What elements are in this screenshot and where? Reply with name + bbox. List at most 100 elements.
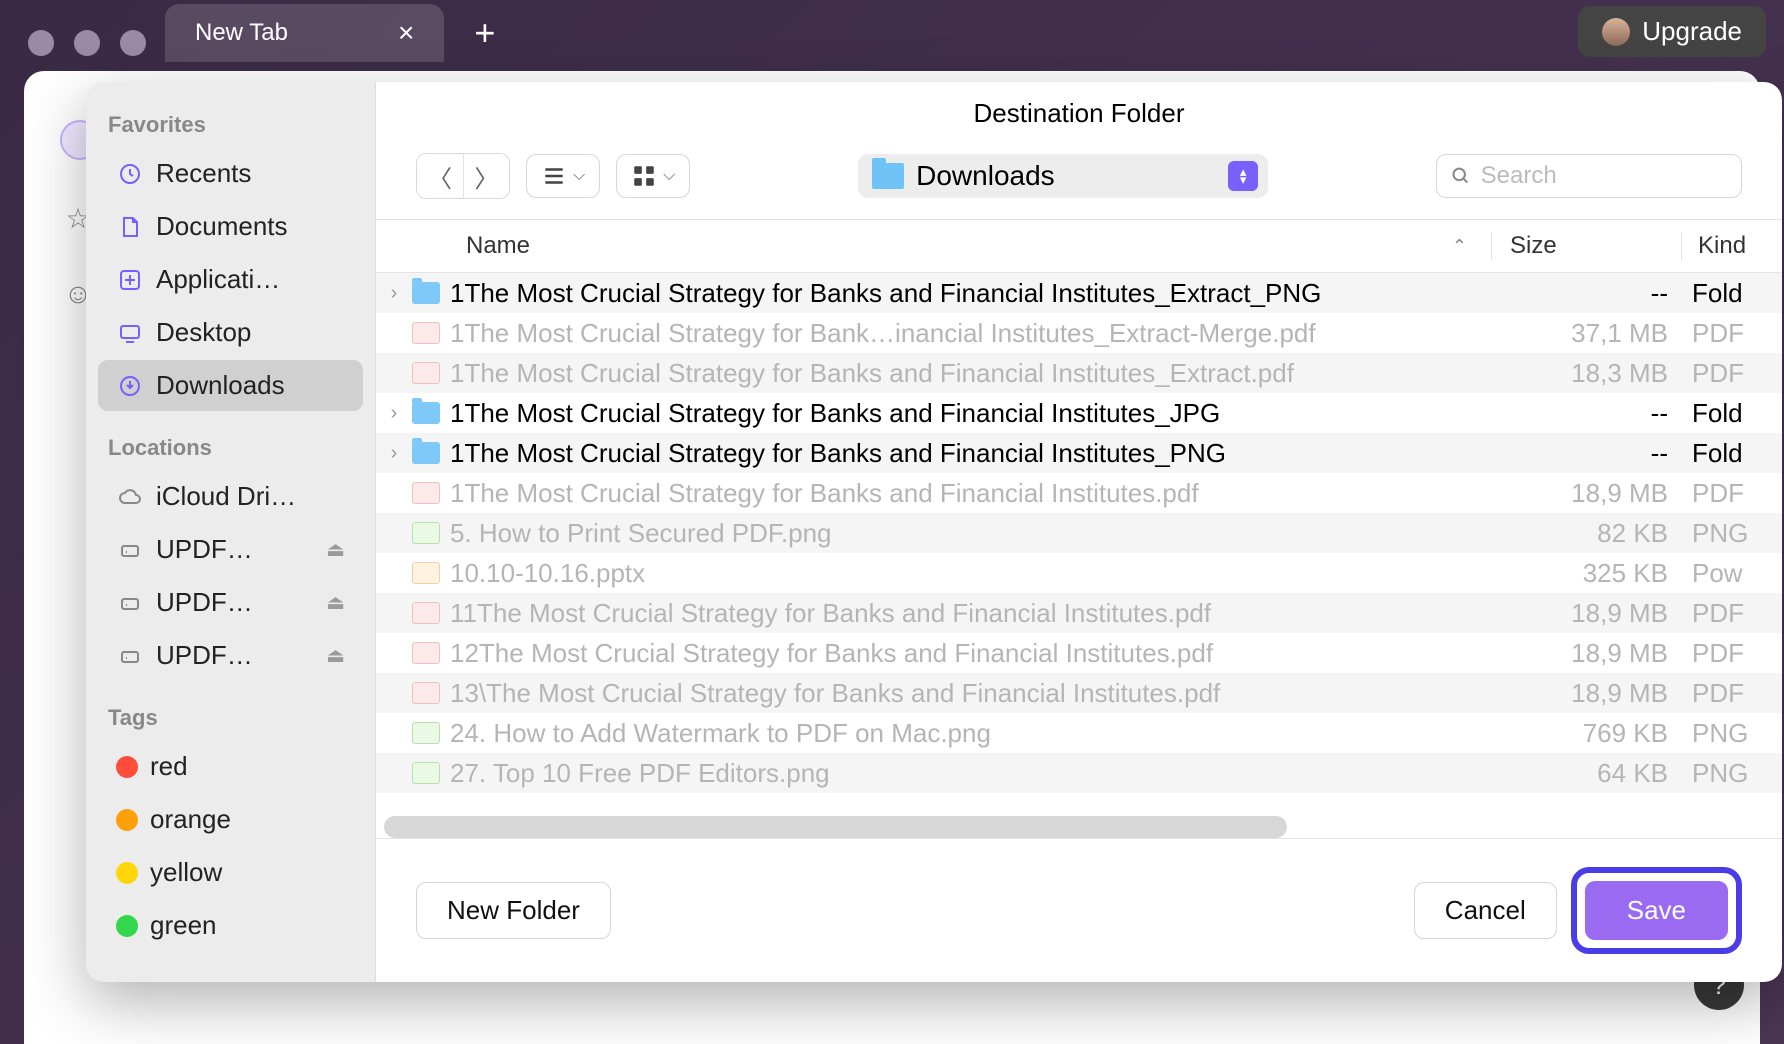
file-kind: PNG xyxy=(1692,758,1762,789)
file-row[interactable]: 10.10-10.16.pptx325 KBPow xyxy=(376,553,1782,593)
folder-icon xyxy=(412,282,440,304)
cancel-button[interactable]: Cancel xyxy=(1414,882,1557,939)
tag-dot-icon xyxy=(116,862,138,884)
nav-group: 〈 〉 xyxy=(416,153,510,199)
disclosure-icon[interactable]: › xyxy=(376,282,412,305)
eject-icon[interactable]: ⏏ xyxy=(326,643,345,668)
forward-button[interactable]: 〉 xyxy=(463,154,509,198)
file-row[interactable]: 27. Top 10 Free PDF Editors.png64 KBPNG xyxy=(376,753,1782,793)
pdf-icon xyxy=(412,642,440,664)
file-row[interactable]: › 1The Most Crucial Strategy for Banks an… xyxy=(376,393,1782,433)
new-folder-button[interactable]: New Folder xyxy=(416,882,611,939)
eject-icon[interactable]: ⏏ xyxy=(326,537,345,562)
disk-icon xyxy=(116,536,144,564)
window-minimize[interactable] xyxy=(74,30,100,56)
download-icon xyxy=(116,372,144,400)
file-row[interactable]: ›1The Most Crucial Strategy for Banks an… xyxy=(376,433,1782,473)
sidebar-item-updf[interactable]: UPDF…⏏ xyxy=(98,524,363,575)
location-popup[interactable]: Downloads xyxy=(858,154,1268,198)
file-kind: PNG xyxy=(1692,518,1762,549)
tag-label: orange xyxy=(150,804,345,835)
grid-view-button[interactable]: ⌵ xyxy=(616,154,690,198)
column-size[interactable]: Size xyxy=(1492,232,1682,260)
column-kind[interactable]: Kind xyxy=(1682,232,1762,260)
file-row[interactable]: 12The Most Crucial Strategy for Banks an… xyxy=(376,633,1782,673)
sidebar-item-label: Desktop xyxy=(156,317,345,348)
tag-orange[interactable]: orange xyxy=(98,794,363,845)
horizontal-scrollbar[interactable] xyxy=(384,816,1712,838)
dialog-footer: New Folder Cancel Save xyxy=(376,838,1782,982)
file-name: 12The Most Crucial Strategy for Banks an… xyxy=(450,638,1502,669)
file-kind: PDF xyxy=(1692,358,1762,389)
window-close[interactable] xyxy=(28,30,54,56)
file-size: 18,9 MB xyxy=(1502,598,1692,629)
eject-icon[interactable]: ⏏ xyxy=(326,590,345,615)
new-tab-button[interactable]: + xyxy=(474,12,495,54)
sidebar-item-label: Applicati… xyxy=(156,264,345,295)
column-name[interactable]: Name ⌃ xyxy=(396,232,1492,260)
file-name: 27. Top 10 Free PDF Editors.png xyxy=(450,758,1502,789)
sidebar-item-desktop[interactable]: Desktop xyxy=(98,307,363,358)
save-highlight: Save xyxy=(1571,867,1742,954)
tag-red[interactable]: red xyxy=(98,741,363,792)
file-kind: PDF xyxy=(1692,318,1762,349)
sidebar-item-recents[interactable]: Recents xyxy=(98,148,363,199)
file-row[interactable]: 1The Most Crucial Strategy for Banks and… xyxy=(376,473,1782,513)
disclosure-icon[interactable]: › xyxy=(376,402,412,425)
file-row[interactable]: 5. How to Print Secured PDF.png82 KBPNG xyxy=(376,513,1782,553)
pdf-icon xyxy=(412,482,440,504)
file-kind: PNG xyxy=(1692,718,1762,749)
save-dialog: Favorites RecentsDocuments Applicati… Desk… xyxy=(86,82,1782,982)
sidebar-item-updf[interactable]: UPDF… ⏏ xyxy=(98,577,363,628)
save-button[interactable]: Save xyxy=(1585,881,1728,940)
window-zoom[interactable] xyxy=(120,30,146,56)
sidebar-item-documents[interactable]: Documents xyxy=(98,201,363,252)
sidebar-item-label: UPDF… xyxy=(156,587,314,618)
file-size: 18,3 MB xyxy=(1502,358,1692,389)
apps-icon xyxy=(116,266,144,294)
scrollbar-thumb[interactable] xyxy=(384,816,1287,838)
tag-green[interactable]: green xyxy=(98,900,363,951)
pdf-icon xyxy=(412,602,440,624)
png-icon xyxy=(412,722,440,744)
tab-bar: New Tab × + xyxy=(165,0,495,66)
file-kind: Fold xyxy=(1692,438,1762,469)
tag-yellow[interactable]: yellow xyxy=(98,847,363,898)
search-input[interactable] xyxy=(1481,162,1727,190)
sidebar-item-downloads[interactable]: Downloads xyxy=(98,360,363,411)
disclosure-icon[interactable]: › xyxy=(376,442,412,465)
dialog-main: Destination Folder 〈 〉 ⌵ ⌵ Downloads xyxy=(376,82,1782,982)
search-box[interactable] xyxy=(1436,154,1742,198)
file-name: 24. How to Add Watermark to PDF on Mac.p… xyxy=(450,718,1502,749)
sidebar-item-iclouddri[interactable]: iCloud Dri… xyxy=(98,471,363,522)
grid-icon xyxy=(631,163,657,189)
file-row[interactable]: 24. How to Add Watermark to PDF on Mac.p… xyxy=(376,713,1782,753)
file-size: 82 KB xyxy=(1502,518,1692,549)
file-name: 11The Most Crucial Strategy for Banks an… xyxy=(450,598,1502,629)
file-row[interactable]: 11The Most Crucial Strategy for Banks an… xyxy=(376,593,1782,633)
chevron-down-icon: ⌵ xyxy=(663,167,675,185)
disk-icon xyxy=(116,589,144,617)
file-kind: Pow xyxy=(1692,558,1762,589)
chevron-down-icon: ⌵ xyxy=(573,167,585,185)
file-row[interactable]: 1The Most Crucial Strategy for Banks and… xyxy=(376,353,1782,393)
tag-dot-icon xyxy=(116,756,138,778)
tag-label: yellow xyxy=(150,857,345,888)
file-name: 1The Most Crucial Strategy for Banks and… xyxy=(450,398,1502,429)
favorites-header: Favorites xyxy=(86,104,375,146)
location-name: Downloads xyxy=(916,160,1216,192)
upgrade-button[interactable]: Upgrade xyxy=(1578,6,1766,57)
sidebar-item-updf[interactable]: UPDF…⏏ xyxy=(98,630,363,681)
popup-arrows-icon xyxy=(1228,161,1258,191)
list-view-button[interactable]: ⌵ xyxy=(526,154,600,198)
sidebar-item-applicati[interactable]: Applicati… xyxy=(98,254,363,305)
file-size: 18,9 MB xyxy=(1502,478,1692,509)
file-row[interactable]: 13\The Most Crucial Strategy for Banks a… xyxy=(376,673,1782,713)
file-row[interactable]: ›1The Most Crucial Strategy for Banks an… xyxy=(376,273,1782,313)
back-button[interactable]: 〈 xyxy=(417,154,463,198)
search-icon xyxy=(1451,165,1471,187)
browser-tab[interactable]: New Tab × xyxy=(165,4,444,62)
file-kind: Fold xyxy=(1692,398,1762,429)
close-tab-icon[interactable]: × xyxy=(398,17,414,49)
file-row[interactable]: 1The Most Crucial Strategy for Bank…inan… xyxy=(376,313,1782,353)
